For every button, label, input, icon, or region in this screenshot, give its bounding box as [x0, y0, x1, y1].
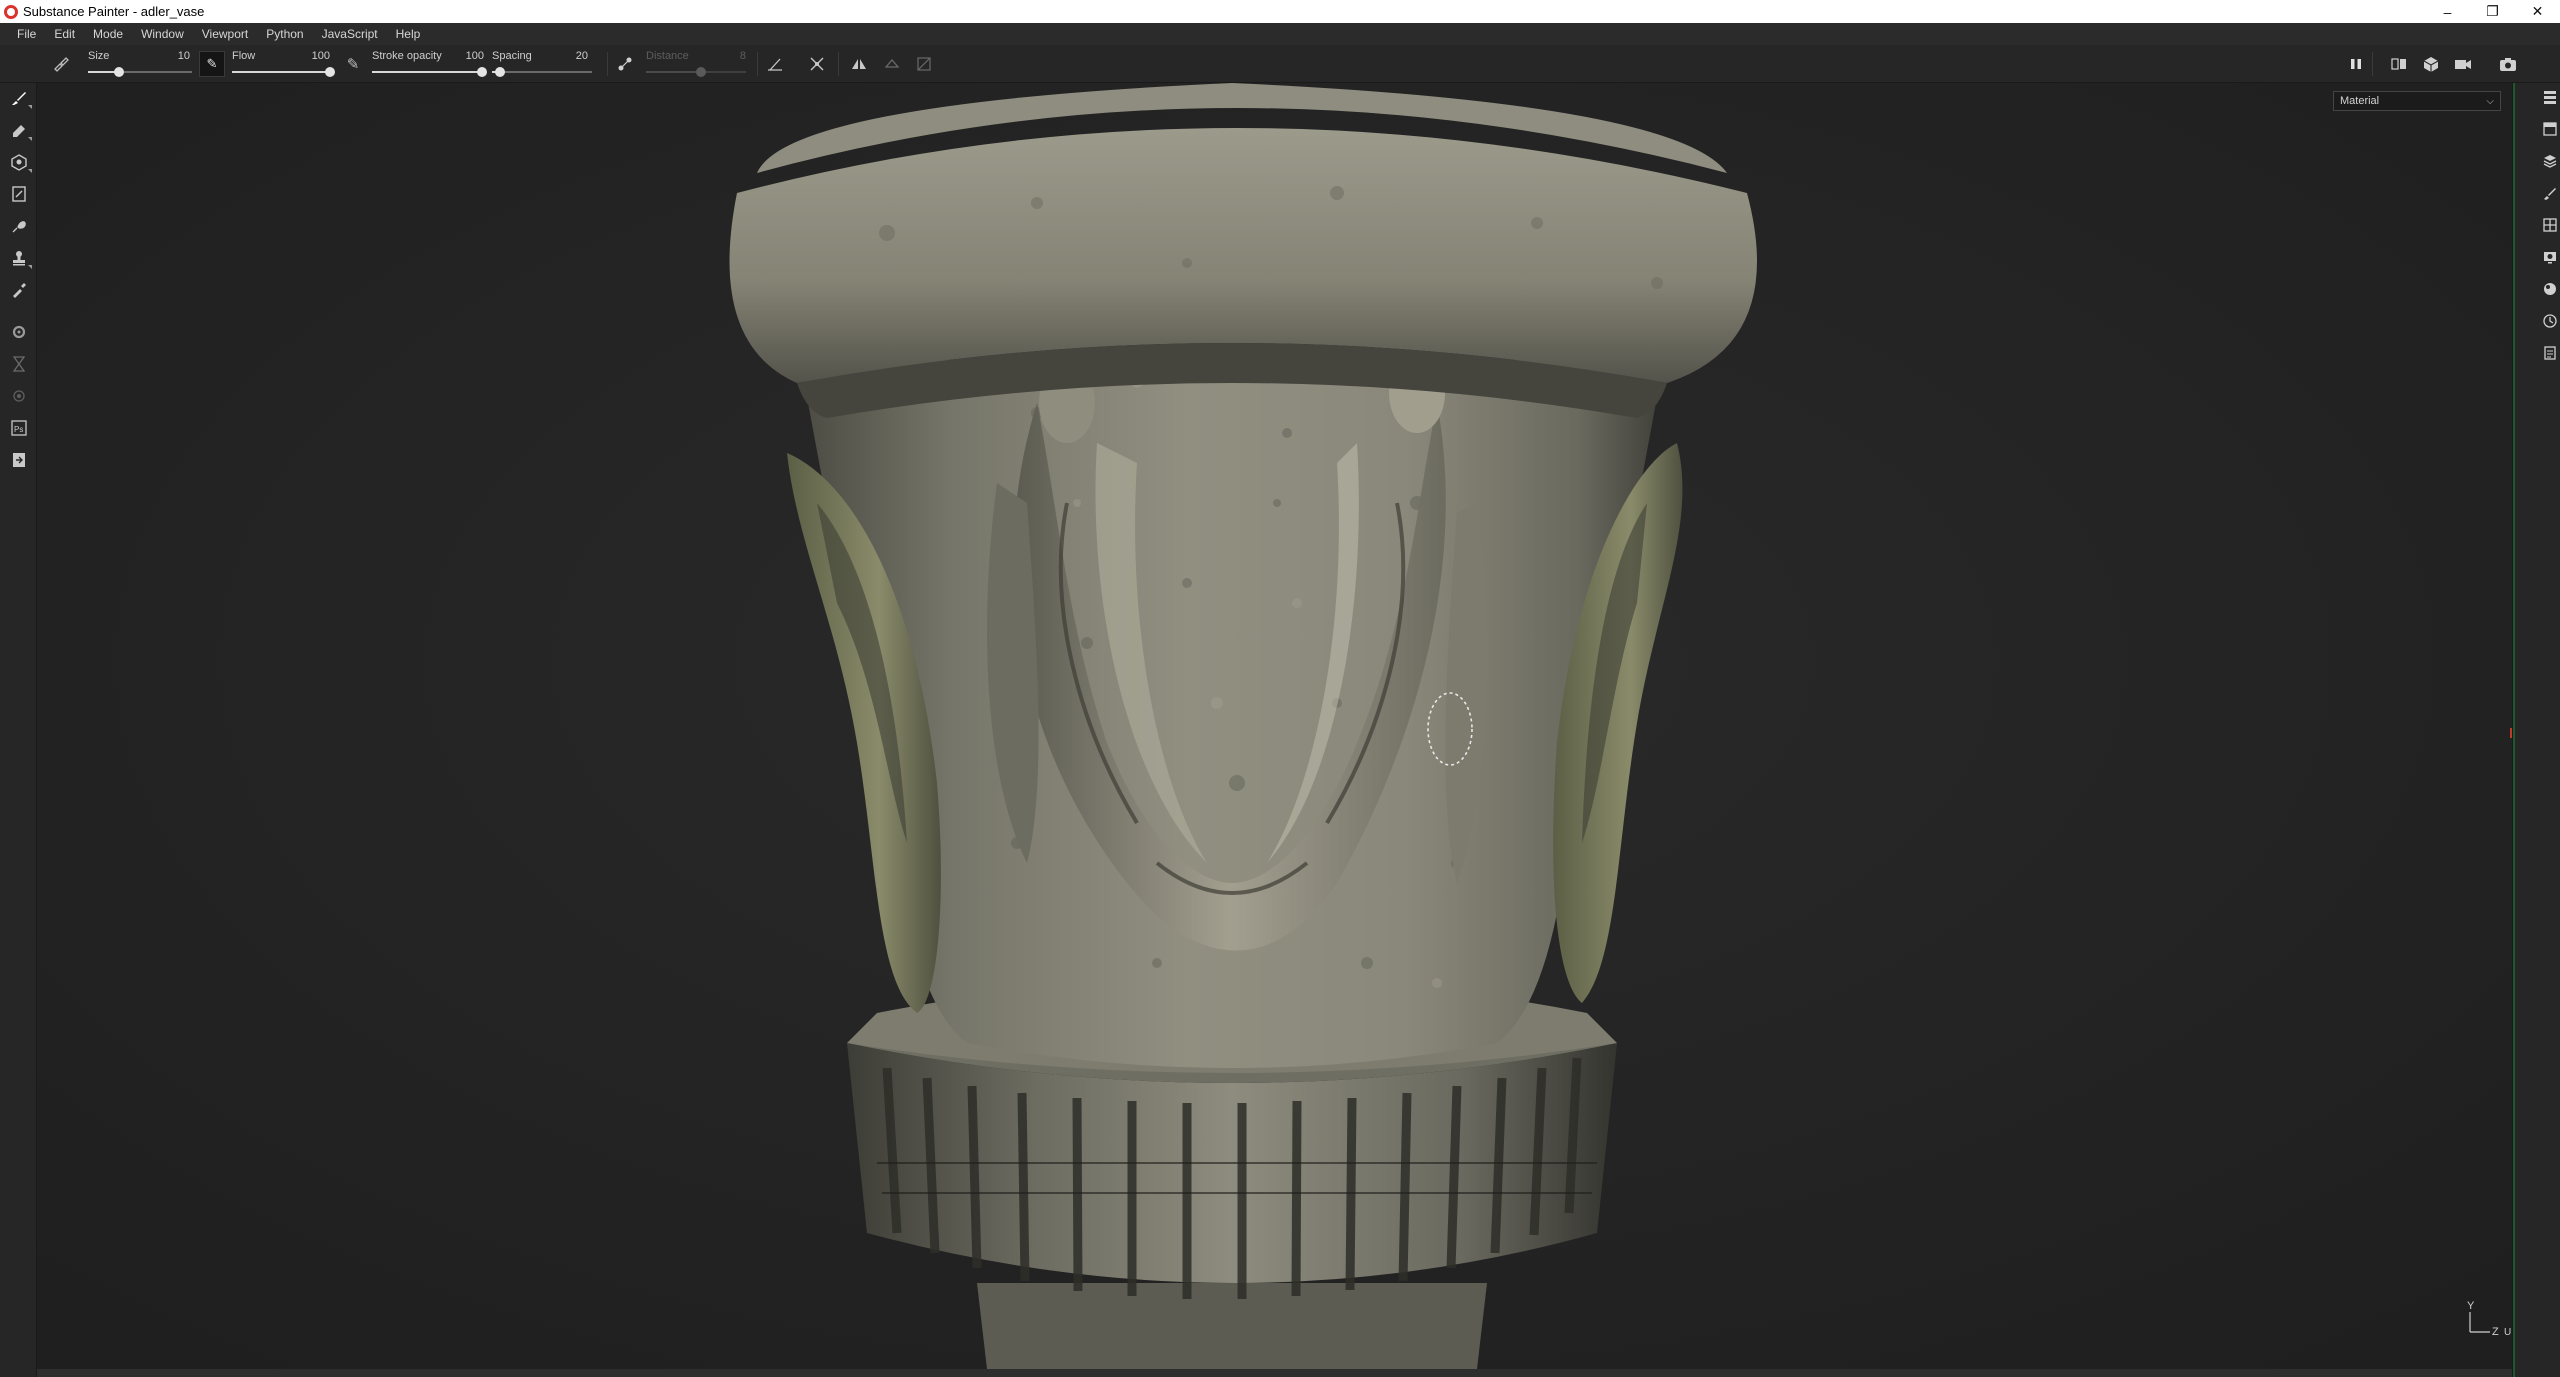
- menu-edit[interactable]: Edit: [45, 23, 84, 45]
- maximize-button[interactable]: ❐: [2470, 0, 2515, 23]
- viewport-channel-dropdown[interactable]: Material ⌵: [2333, 91, 2501, 111]
- axis-z-label: Z: [2492, 1326, 2499, 1338]
- menu-viewport[interactable]: Viewport: [193, 23, 257, 45]
- vase-model-render: [37, 83, 2512, 1369]
- camera-video-icon[interactable]: [2452, 53, 2474, 75]
- clone-stamp-icon[interactable]: [6, 245, 32, 271]
- flow-label: Flow: [232, 50, 256, 62]
- shader-settings-icon[interactable]: [2539, 278, 2560, 300]
- flow-track[interactable]: [232, 67, 335, 77]
- axis-u-label: U: [2504, 1327, 2512, 1338]
- menu-javascript[interactable]: JavaScript: [313, 23, 387, 45]
- viewport-bottom-edge: [37, 1369, 2512, 1377]
- stroke-opacity-knob[interactable]: [477, 67, 487, 77]
- history-icon[interactable]: [2539, 310, 2560, 332]
- hourglass-icon[interactable]: [6, 351, 32, 377]
- axis-gizmo: Y Z U: [2464, 1300, 2512, 1340]
- log-icon[interactable]: [2539, 342, 2560, 364]
- texture-set-list-icon[interactable]: [2539, 118, 2560, 140]
- size-pen-pressure-button[interactable]: ✎: [199, 51, 225, 77]
- right-panel-bar: [2512, 83, 2560, 1377]
- size-value[interactable]: 10: [160, 50, 190, 62]
- tool-properties-bar: Size 10 ✎ Flow 100 ✎ Stroke opacity 100 …: [0, 45, 2560, 83]
- distance-value: 8: [739, 50, 746, 62]
- snapping-icon[interactable]: [913, 53, 935, 75]
- polygon-fill-icon[interactable]: [6, 181, 32, 207]
- display-mode-cube-icon[interactable]: [2420, 53, 2442, 75]
- menu-bar: File Edit Mode Window Viewport Python Ja…: [0, 23, 2560, 45]
- flow-knob[interactable]: [325, 67, 335, 77]
- menu-mode[interactable]: Mode: [84, 23, 132, 45]
- stroke-opacity-value[interactable]: 100: [454, 50, 484, 62]
- menu-help[interactable]: Help: [387, 23, 430, 45]
- menu-file[interactable]: File: [8, 23, 45, 45]
- size-label: Size: [88, 50, 110, 62]
- physics-icon[interactable]: [6, 383, 32, 409]
- eraser-icon[interactable]: [6, 117, 32, 143]
- smudge-icon[interactable]: [6, 213, 32, 239]
- window-title: Substance Painter - adler_vase: [23, 4, 205, 19]
- texture-set-settings-icon[interactable]: [2539, 150, 2560, 172]
- toolbar-separator: [757, 52, 758, 76]
- spacing-value[interactable]: 20: [558, 50, 588, 62]
- paint-brush-icon[interactable]: [6, 85, 32, 111]
- properties-brush-icon[interactable]: [2539, 182, 2560, 204]
- spacing-track[interactable]: [492, 67, 592, 77]
- distance-fill: [646, 71, 701, 73]
- close-button[interactable]: ✕: [2515, 0, 2560, 23]
- layers-icon[interactable]: [2539, 86, 2560, 108]
- distance-label: Distance: [646, 50, 689, 62]
- title-bar: Substance Painter - adler_vase – ❐ ✕: [0, 0, 2560, 23]
- pause-render-icon[interactable]: [2345, 53, 2367, 75]
- spacing-label: Spacing: [492, 50, 532, 62]
- flow-pen-pressure-icon[interactable]: ✎: [342, 53, 364, 75]
- backface-culling-icon[interactable]: [806, 53, 828, 75]
- stroke-opacity-fill: [372, 71, 482, 73]
- viewport-channel-value: Material: [2340, 95, 2380, 107]
- viewer-settings-icon[interactable]: [2539, 246, 2560, 268]
- size-knob[interactable]: [114, 67, 125, 77]
- menu-window[interactable]: Window: [132, 23, 193, 45]
- size-track[interactable]: [88, 67, 192, 77]
- symmetry-icon[interactable]: [848, 53, 870, 75]
- toolbar-separator: [2372, 52, 2373, 76]
- line-alignment-icon[interactable]: [764, 53, 786, 75]
- chevron-down-icon: ⌵: [2486, 95, 2494, 107]
- svg-text:Ps: Ps: [14, 425, 23, 434]
- brush-preset-icon[interactable]: [50, 53, 72, 75]
- display-settings-icon[interactable]: [2539, 214, 2560, 236]
- 3d-viewport[interactable]: [37, 83, 2512, 1369]
- spacing-knob[interactable]: [495, 67, 505, 77]
- menu-python[interactable]: Python: [257, 23, 312, 45]
- distance-track: [646, 67, 746, 77]
- stroke-opacity-track[interactable]: [372, 67, 487, 77]
- photoshop-export-icon[interactable]: Ps: [6, 415, 32, 441]
- flow-fill: [232, 71, 330, 73]
- axis-y-label: Y: [2467, 1300, 2475, 1312]
- color-picker-icon[interactable]: [6, 277, 32, 303]
- toolbar-separator: [607, 52, 608, 76]
- substance-painter-logo-icon: [4, 4, 18, 19]
- lazy-mouse-icon[interactable]: [614, 53, 636, 75]
- distance-knob: [696, 67, 706, 77]
- minimize-button[interactable]: –: [2425, 0, 2470, 23]
- mirror-view-icon[interactable]: [2388, 53, 2410, 75]
- projection-icon[interactable]: [6, 149, 32, 175]
- stroke-opacity-label: Stroke opacity: [372, 50, 442, 62]
- viewport-border-accent: [2513, 83, 2515, 1377]
- flow-value[interactable]: 100: [300, 50, 330, 62]
- toolbar-separator: [838, 52, 839, 76]
- export-textures-icon[interactable]: [6, 447, 32, 473]
- bake-settings-icon[interactable]: [6, 319, 32, 345]
- left-tool-bar: Ps: [0, 83, 37, 1377]
- screenshot-camera-icon[interactable]: [2497, 53, 2519, 75]
- mirror-icon[interactable]: [881, 53, 903, 75]
